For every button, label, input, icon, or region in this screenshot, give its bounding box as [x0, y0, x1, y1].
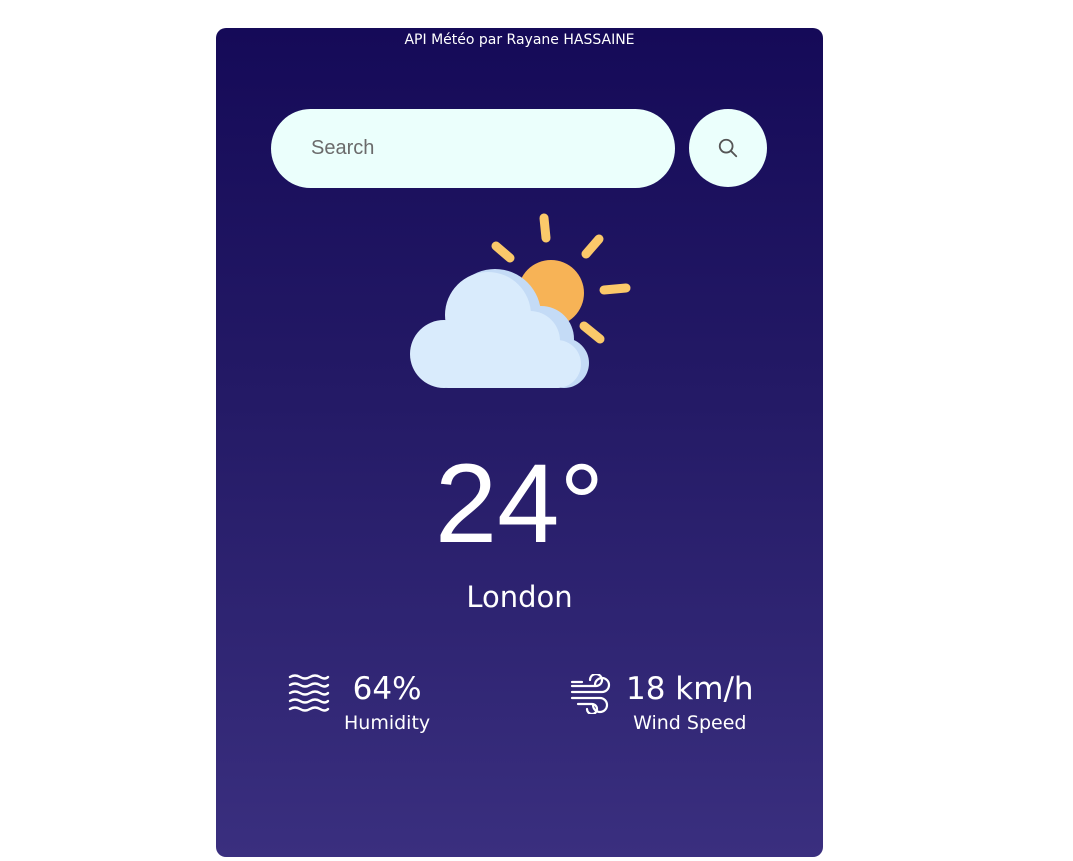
humidity-waves-icon — [288, 674, 330, 712]
wind-section: 18 km/h Wind Speed — [570, 668, 754, 736]
wind-text: 18 km/h Wind Speed — [626, 668, 754, 736]
temperature: 24° — [434, 441, 605, 566]
humidity-text: 64% Humidity — [344, 668, 430, 736]
city-name: London — [466, 580, 573, 614]
humidity-label: Humidity — [344, 712, 431, 734]
wind-icon — [570, 674, 611, 714]
wind-label: Wind Speed — [633, 712, 747, 734]
humidity-section: 64% Humidity — [288, 668, 430, 736]
search-input[interactable] — [271, 109, 675, 188]
search-button[interactable] — [689, 109, 767, 187]
search-icon — [718, 138, 738, 158]
humidity-value: 64% — [352, 671, 422, 707]
wind-value: 18 km/h — [626, 671, 754, 707]
weather-card: API Météo par Rayane HASSAINE Search 24°… — [216, 28, 823, 857]
app-credit: API Météo par Rayane HASSAINE — [404, 32, 635, 48]
partly-cloudy-sun-icon — [410, 213, 631, 388]
